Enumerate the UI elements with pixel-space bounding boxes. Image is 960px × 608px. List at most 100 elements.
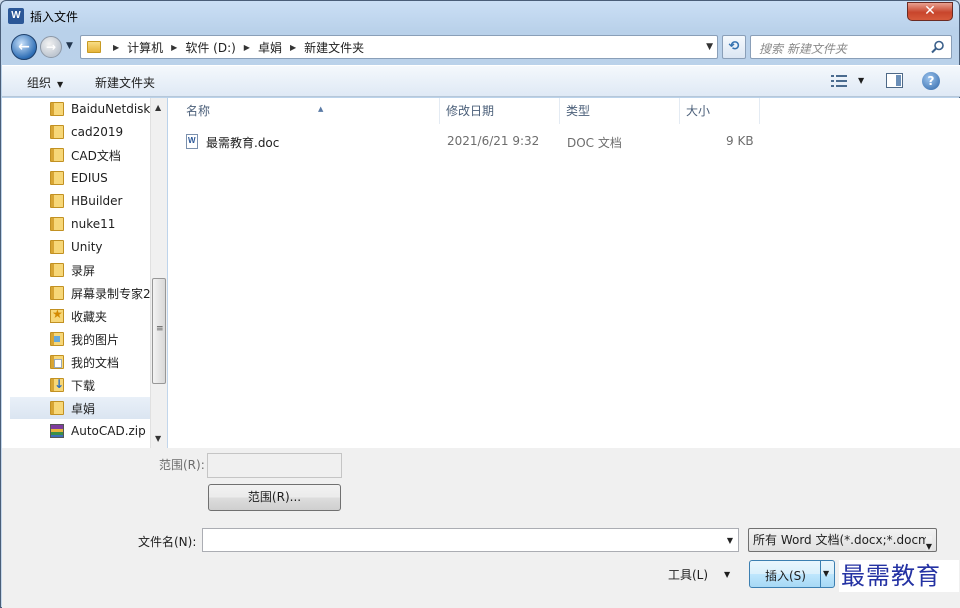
chevron-right-icon[interactable]: ▶ bbox=[244, 43, 250, 52]
chevron-down-icon: ▼ bbox=[823, 569, 830, 578]
organize-menu[interactable]: 组织 ▼ bbox=[27, 74, 63, 91]
chevron-down-icon: ▼ bbox=[925, 536, 932, 551]
nav-item-favorites[interactable]: 收藏夹 bbox=[10, 305, 150, 327]
column-header-label: 名称 bbox=[186, 104, 211, 118]
insert-button[interactable]: 插入(S) ▼ bbox=[749, 560, 835, 588]
file-type-select[interactable]: 所有 Word 文档(*.docx;*.docm ▼ bbox=[748, 528, 937, 552]
file-type: DOC 文档 bbox=[567, 136, 622, 150]
filename-field[interactable]: ▼ bbox=[202, 528, 739, 552]
organize-label: 组织 bbox=[27, 76, 52, 90]
breadcrumb-item[interactable]: 卓娟 bbox=[258, 39, 282, 56]
address-bar[interactable]: ▶ 计算机 ▶ 软件 (D:) ▶ 卓娟 ▶ 新建文件夹 ▼ bbox=[80, 35, 718, 59]
nav-item-label: 收藏夹 bbox=[71, 309, 108, 324]
nav-item-downloads[interactable]: 下载 bbox=[10, 374, 150, 396]
column-header-type[interactable]: 类型 bbox=[560, 98, 680, 124]
breadcrumb: ▶ 计算机 ▶ 软件 (D:) ▶ 卓娟 ▶ 新建文件夹 bbox=[105, 36, 364, 58]
nav-item-label: 我的图片 bbox=[71, 332, 120, 347]
search-icon[interactable] bbox=[931, 40, 945, 54]
nav-item-label: 屏幕录制专家2 bbox=[71, 286, 150, 301]
navigation-pane: BaiduNetdisk cad2019 CAD文档 EDIUS HBuilde… bbox=[2, 98, 150, 448]
insert-label: 插入(S) bbox=[765, 569, 806, 583]
favorites-icon bbox=[50, 307, 64, 323]
navigation-scrollbar[interactable]: ▲ ≡ ▼ bbox=[150, 98, 167, 448]
chevron-right-icon[interactable]: ▶ bbox=[171, 43, 177, 52]
watermark-overlay: 最需教育 bbox=[839, 560, 959, 592]
nav-item-label: 录屏 bbox=[71, 263, 96, 278]
dialog-footer: 范围(R): 范围(R)... 文件名(N): ▼ 所有 Word 文档(*.d… bbox=[2, 448, 960, 608]
folder-icon bbox=[50, 286, 64, 300]
scroll-up-icon[interactable]: ▲ bbox=[155, 103, 161, 112]
nav-item-label: AutoCAD.zip bbox=[71, 424, 146, 438]
nav-item-label: BaiduNetdisk bbox=[71, 102, 150, 116]
view-options-icon[interactable] bbox=[831, 74, 847, 88]
nav-item-label: 我的文档 bbox=[71, 355, 120, 370]
nav-item-cad2019[interactable]: cad2019 bbox=[10, 121, 150, 143]
window-title: 插入文件 bbox=[30, 10, 79, 24]
nav-item-cad-docs[interactable]: CAD文档 bbox=[10, 144, 150, 166]
nav-item-screen-recording[interactable]: 录屏 bbox=[10, 259, 150, 281]
column-header-label: 修改日期 bbox=[446, 104, 495, 118]
close-button[interactable]: ✕ bbox=[907, 2, 953, 21]
column-header-name[interactable]: 名称 ▲ bbox=[180, 98, 440, 124]
new-folder-button[interactable]: 新建文件夹 bbox=[95, 74, 155, 91]
breadcrumb-item[interactable]: 计算机 bbox=[127, 39, 163, 56]
recent-pages-dropdown[interactable]: ▼ bbox=[66, 41, 73, 51]
folder-icon bbox=[50, 263, 64, 277]
scroll-down-icon[interactable]: ▼ bbox=[155, 434, 161, 443]
word-icon: W bbox=[8, 8, 24, 24]
nav-item-my-pictures[interactable]: 我的图片 bbox=[10, 328, 150, 350]
nav-item-zhuojuan[interactable]: 卓娟 bbox=[10, 397, 150, 419]
range-button[interactable]: 范围(R)... bbox=[208, 484, 341, 511]
forward-button[interactable]: → bbox=[40, 36, 62, 58]
help-icon[interactable]: ? bbox=[922, 72, 940, 90]
insert-options-dropdown[interactable]: ▼ bbox=[820, 561, 834, 587]
tools-menu[interactable]: 工具(L) bbox=[668, 566, 708, 583]
address-history-dropdown[interactable]: ▼ bbox=[706, 42, 713, 52]
navigation-row: ← → ▼ ▶ 计算机 ▶ 软件 (D:) ▶ 卓娟 ▶ 新建文件夹 ▼ ⟲ 搜… bbox=[9, 32, 953, 62]
nav-item-label: HBuilder bbox=[71, 194, 123, 208]
preview-pane-icon[interactable] bbox=[886, 73, 903, 88]
nav-item-label: 卓娟 bbox=[71, 401, 96, 416]
insert-file-dialog: W 插入文件 ✕ ← → ▼ ▶ 计算机 ▶ 软件 (D:) ▶ 卓娟 ▶ 新建… bbox=[0, 0, 960, 608]
folder-icon bbox=[50, 401, 64, 415]
breadcrumb-item[interactable]: 新建文件夹 bbox=[304, 39, 364, 56]
file-modified: 2021/6/21 9:32 bbox=[447, 134, 540, 148]
documents-folder-icon bbox=[50, 355, 64, 369]
nav-item-unity[interactable]: Unity bbox=[10, 236, 150, 258]
nav-item-autocad-zip[interactable]: AutoCAD.zip bbox=[10, 420, 150, 442]
nav-item-hbuilder[interactable]: HBuilder bbox=[10, 190, 150, 212]
chevron-right-icon[interactable]: ▶ bbox=[113, 43, 119, 52]
column-header-label: 大小 bbox=[686, 104, 711, 118]
file-size: 9 KB bbox=[726, 134, 754, 148]
chevron-down-icon[interactable]: ▼ bbox=[724, 570, 730, 579]
folder-icon bbox=[50, 102, 64, 116]
refresh-button[interactable]: ⟲ bbox=[722, 35, 746, 59]
chevron-down-icon: ▼ bbox=[57, 80, 64, 89]
folder-icon bbox=[50, 171, 64, 185]
search-box[interactable]: 搜索 新建文件夹 bbox=[750, 35, 952, 59]
chevron-right-icon[interactable]: ▶ bbox=[290, 43, 296, 52]
scrollbar-thumb[interactable]: ≡ bbox=[152, 278, 166, 384]
folder-icon bbox=[50, 125, 64, 139]
chevron-down-icon[interactable]: ▼ bbox=[727, 536, 733, 545]
nav-item-label: EDIUS bbox=[71, 171, 108, 185]
column-header-size[interactable]: 大小 bbox=[680, 98, 760, 124]
nav-item-nuke11[interactable]: nuke11 bbox=[10, 213, 150, 235]
word-document-icon bbox=[186, 134, 198, 149]
folder-icon bbox=[50, 217, 64, 231]
nav-item-screen-recorder-expert[interactable]: 屏幕录制专家2 bbox=[10, 282, 150, 304]
table-row[interactable]: 最需教育.doc 2021/6/21 9:32 DOC 文档 9 KB bbox=[180, 131, 780, 151]
filename-label: 文件名(N): bbox=[138, 535, 197, 549]
pictures-folder-icon bbox=[50, 332, 64, 346]
nav-item-label: Unity bbox=[71, 240, 103, 254]
back-button[interactable]: ← bbox=[11, 34, 37, 60]
folder-icon bbox=[87, 41, 101, 53]
view-dropdown-icon[interactable]: ▼ bbox=[858, 76, 864, 85]
title-bar[interactable]: W 插入文件 ✕ bbox=[1, 1, 959, 31]
nav-item-baidunetdisk[interactable]: BaiduNetdisk bbox=[10, 98, 150, 120]
nav-item-edius[interactable]: EDIUS bbox=[10, 167, 150, 189]
column-header-modified[interactable]: 修改日期 bbox=[440, 98, 560, 124]
breadcrumb-item[interactable]: 软件 (D:) bbox=[185, 39, 235, 56]
nav-item-label: nuke11 bbox=[71, 217, 116, 231]
nav-item-my-documents[interactable]: 我的文档 bbox=[10, 351, 150, 373]
